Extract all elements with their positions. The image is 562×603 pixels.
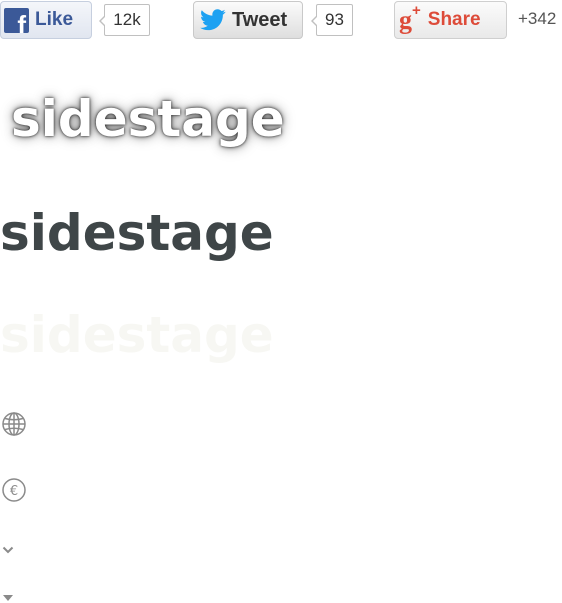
caret-down-icon[interactable] xyxy=(2,594,14,602)
social-share-bar: f Like 12k Tweet 93 g+ Share +342 xyxy=(0,0,562,42)
facebook-like-label: Like xyxy=(35,9,74,30)
twitter-tweet-button[interactable]: Tweet xyxy=(193,1,303,39)
sidestage-logo-dark: sidestage xyxy=(0,204,274,262)
globe-icon[interactable] xyxy=(1,411,27,437)
sidestage-logo-glow: sidestage xyxy=(11,90,285,148)
chevron-down-icon[interactable] xyxy=(2,545,14,555)
google-plus-share-count: +342 xyxy=(518,9,557,28)
twitter-bird-icon xyxy=(200,9,226,31)
facebook-like-button[interactable]: f Like xyxy=(0,1,92,39)
euro-icon[interactable]: € xyxy=(1,477,27,503)
sidestage-logo-faint: sidestage xyxy=(0,306,274,364)
google-plus-share-label: Share xyxy=(427,9,481,30)
svg-text:€: € xyxy=(10,484,18,499)
facebook-like-count: 12k xyxy=(99,4,150,36)
twitter-tweet-label: Tweet xyxy=(232,8,288,31)
facebook-icon: f xyxy=(4,7,29,33)
google-plus-share-button[interactable]: g+ Share xyxy=(394,1,507,39)
twitter-tweet-count: 93 xyxy=(311,4,353,36)
google-plus-icon: g+ xyxy=(399,1,421,35)
